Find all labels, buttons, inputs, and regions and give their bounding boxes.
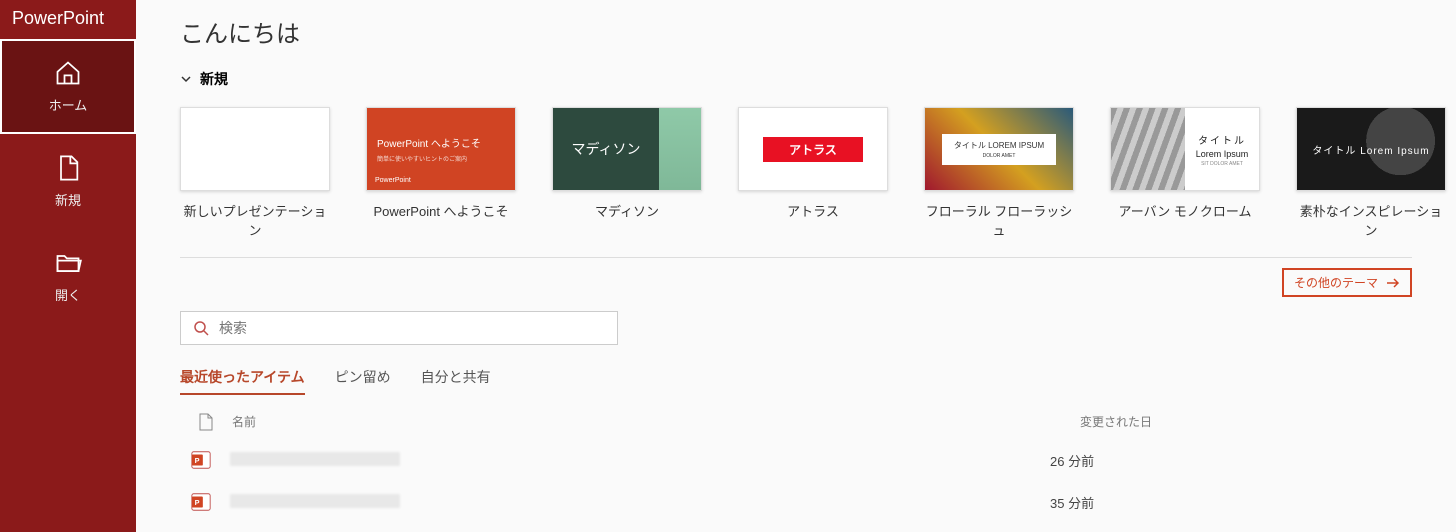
template-blank[interactable]: 新しいプレゼンテーション xyxy=(180,107,330,239)
document-icon xyxy=(198,413,214,431)
template-label: アーバン モノクローム xyxy=(1119,201,1252,220)
list-row[interactable]: P 26 分前 xyxy=(180,439,1412,481)
template-madison[interactable]: マディソン マディソン xyxy=(552,107,702,239)
template-label: 素朴なインスピレーション xyxy=(1296,201,1446,239)
more-themes-label: その他のテーマ xyxy=(1294,274,1378,291)
template-inspiration[interactable]: タイトル Lorem Ipsum 素朴なインスピレーション xyxy=(1296,107,1446,239)
sidebar: PowerPoint ホーム 新規 開く xyxy=(0,0,136,532)
open-folder-icon xyxy=(54,249,82,277)
template-inspiration-thumb: タイトル Lorem Ipsum xyxy=(1296,107,1446,191)
template-monochrome-thumb: タイトル Lorem Ipsum SIT DOLOR AMET xyxy=(1110,107,1260,191)
template-blank-thumb xyxy=(180,107,330,191)
nav-new-label: 新規 xyxy=(55,190,81,209)
search-icon xyxy=(193,320,209,336)
col-name-header[interactable]: 名前 xyxy=(232,413,1080,431)
list-header: 名前 変更された日 xyxy=(180,413,1412,439)
arrow-right-icon xyxy=(1386,278,1400,288)
search-input[interactable] xyxy=(219,320,605,336)
nav-home-label: ホーム xyxy=(49,95,88,114)
template-floral-thumb: タイトル LOREM IPSUM DOLOR AMET xyxy=(924,107,1074,191)
template-label: アトラス xyxy=(787,201,839,220)
svg-text:P: P xyxy=(195,456,200,465)
template-monochrome[interactable]: タイトル Lorem Ipsum SIT DOLOR AMET アーバン モノク… xyxy=(1110,107,1260,239)
tab-pinned[interactable]: ピン留め xyxy=(335,367,391,395)
list-row[interactable]: P 35 分前 xyxy=(180,481,1412,523)
section-new-header[interactable]: 新規 xyxy=(180,69,1412,89)
greeting-heading: こんにちは xyxy=(180,14,1412,49)
file-modified: 26 分前 xyxy=(1050,451,1094,470)
nav-home[interactable]: ホーム xyxy=(0,39,136,134)
svg-text:P: P xyxy=(195,498,200,507)
template-gallery: 新しいプレゼンテーション PowerPoint へようこそ 簡単に使いやすいヒン… xyxy=(180,107,1412,239)
template-label: マディソン xyxy=(595,201,659,220)
more-themes-row: その他のテーマ xyxy=(180,258,1412,311)
template-label: PowerPoint へようこそ xyxy=(373,201,508,220)
template-atlas-thumb: アトラス xyxy=(738,107,888,191)
tab-shared[interactable]: 自分と共有 xyxy=(421,367,491,395)
template-atlas[interactable]: アトラス アトラス xyxy=(738,107,888,239)
chevron-down-icon xyxy=(180,73,192,85)
template-welcome[interactable]: PowerPoint へようこそ 簡単に使いやすいヒントのご案内 PowerPo… xyxy=(366,107,516,239)
more-themes-button[interactable]: その他のテーマ xyxy=(1282,268,1412,297)
file-name xyxy=(230,494,1050,511)
main-content: こんにちは 新規 新しいプレゼンテーション PowerPoint へようこそ 簡… xyxy=(136,0,1456,532)
file-name xyxy=(230,452,1050,469)
file-modified: 35 分前 xyxy=(1050,493,1094,512)
recent-tabs: 最近使ったアイテム ピン留め 自分と共有 xyxy=(180,367,1412,395)
template-label: 新しいプレゼンテーション xyxy=(180,201,330,239)
nav-open-label: 開く xyxy=(55,285,81,304)
section-new-label: 新規 xyxy=(200,69,228,89)
powerpoint-file-icon: P xyxy=(190,449,212,471)
new-file-icon xyxy=(54,154,82,182)
template-floral[interactable]: タイトル LOREM IPSUM DOLOR AMET フローラル フローラッシ… xyxy=(924,107,1074,239)
nav-open[interactable]: 開く xyxy=(0,229,136,324)
template-welcome-thumb: PowerPoint へようこそ 簡単に使いやすいヒントのご案内 PowerPo… xyxy=(366,107,516,191)
template-label: フローラル フローラッシュ xyxy=(924,201,1074,239)
nav-new[interactable]: 新規 xyxy=(0,134,136,229)
template-madison-thumb: マディソン xyxy=(552,107,702,191)
col-modified-header[interactable]: 変更された日 xyxy=(1080,413,1152,431)
powerpoint-file-icon: P xyxy=(190,491,212,513)
home-icon xyxy=(54,59,82,87)
app-title: PowerPoint xyxy=(0,0,136,39)
search-box[interactable] xyxy=(180,311,618,345)
tab-recent[interactable]: 最近使ったアイテム xyxy=(180,367,305,395)
